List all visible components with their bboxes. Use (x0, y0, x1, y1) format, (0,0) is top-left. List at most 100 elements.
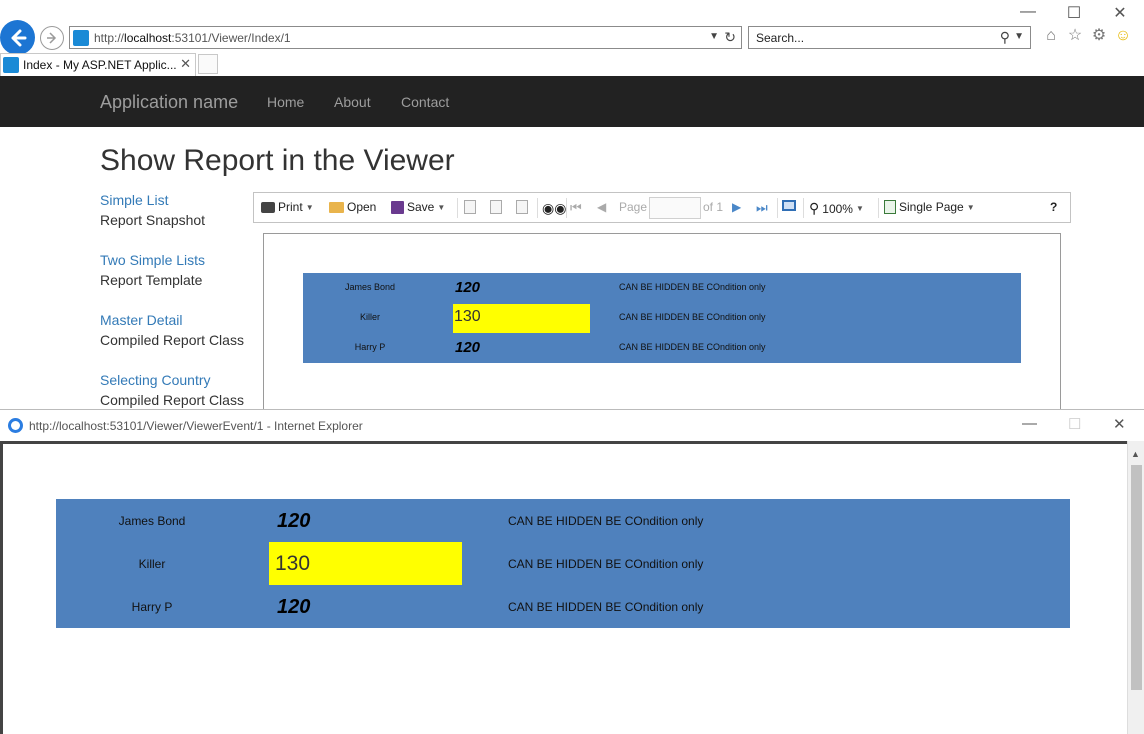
popup-minimize-icon[interactable]: — (1022, 415, 1037, 432)
address-bar[interactable]: http://localhost:53101/Viewer/Index/1 ▼ … (69, 26, 742, 49)
page-of-label: of 1 (703, 200, 724, 214)
row-name: Killer (359, 312, 380, 322)
row-note: CAN BE HIDDEN BE COndition only (508, 600, 704, 614)
view-mode-button[interactable]: Single Page ▼ (884, 200, 975, 214)
toolbar-divider (566, 198, 567, 218)
minimize-icon[interactable]: — (1016, 3, 1040, 23)
parameters-button[interactable] (464, 200, 476, 214)
scrollbar-thumb[interactable] (1131, 465, 1142, 690)
scroll-up-icon[interactable]: ▲ (1131, 449, 1140, 459)
table-row: Killer 130 CAN BE HIDDEN BE COndition on… (303, 303, 1021, 333)
toolbar-divider (457, 198, 458, 218)
row-value-highlighted: 130 (453, 304, 590, 333)
toolbar-divider (777, 198, 778, 218)
next-page-button[interactable]: ▶ (732, 200, 741, 214)
report-band: James Bond 120 CAN BE HIDDEN BE COnditio… (303, 273, 1021, 363)
brand-link[interactable]: Application name (100, 92, 238, 113)
fullscreen-button[interactable] (782, 200, 796, 211)
prev-page-button[interactable]: ◀ (597, 200, 606, 214)
tab-close-icon[interactable]: ✕ (180, 56, 191, 72)
popup-window: http://localhost:53101/Viewer/ViewerEven… (0, 409, 1144, 734)
row-name: Harry P (354, 342, 386, 352)
new-tab-button[interactable] (198, 54, 218, 74)
menu-link-two-simple-lists[interactable]: Two Simple Lists (100, 252, 205, 268)
menu-sub-master-detail: Compiled Report Class (100, 332, 244, 348)
search-icon[interactable]: ⚲ (1000, 29, 1010, 46)
bookmarks-button[interactable] (490, 200, 502, 214)
favorites-star-icon[interactable]: ☆ (1066, 26, 1084, 46)
url-prefix: http:// (94, 31, 125, 45)
browser-tab[interactable]: Index - My ASP.NET Applic... ✕ (0, 53, 196, 76)
document-icon (464, 200, 476, 214)
menu-sub-selecting-country: Compiled Report Class (100, 392, 244, 408)
nav-contact[interactable]: Contact (401, 94, 449, 110)
row-value: 120 (455, 339, 481, 356)
save-button[interactable]: Save ▼ (391, 200, 445, 214)
open-button[interactable]: Open (329, 200, 376, 214)
menu-sub-two-simple-lists: Report Template (100, 272, 203, 288)
settings-gear-icon[interactable]: ⚙ (1090, 26, 1108, 46)
search-dropdown-icon[interactable]: ▼ (1014, 31, 1024, 42)
close-icon[interactable]: ✕ (1108, 3, 1132, 23)
row-value: 120 (277, 510, 311, 532)
row-note: CAN BE HIDDEN BE COndition only (619, 282, 766, 292)
print-button[interactable]: Print ▼ (261, 200, 314, 214)
maximize-icon[interactable]: ☐ (1062, 3, 1086, 23)
menu-sub-simple-list: Report Snapshot (100, 212, 206, 228)
internet-explorer-icon (8, 418, 23, 433)
nav-about[interactable]: About (334, 94, 371, 110)
nav-home[interactable]: Home (267, 94, 304, 110)
menu-link-selecting-country[interactable]: Selecting Country (100, 372, 211, 388)
last-page-button[interactable]: ⏭ (756, 200, 768, 216)
popup-titlebar: http://localhost:53101/Viewer/ViewerEven… (0, 410, 1144, 441)
browser-chrome: — ☐ ✕ http://localhost:53101/Viewer/Inde… (0, 0, 1144, 76)
row-name: Killer (138, 557, 166, 571)
table-row: Harry P 120 CAN BE HIDDEN BE COndition o… (303, 333, 1021, 363)
vertical-scrollbar[interactable]: ▲ (1127, 441, 1144, 734)
single-page-icon (884, 200, 896, 214)
refresh-icon[interactable]: ↻ (724, 29, 736, 46)
address-dropdown-icon[interactable]: ▼ (709, 31, 719, 42)
row-note: CAN BE HIDDEN BE COndition only (619, 312, 766, 322)
view-mode-dropdown-icon: ▼ (966, 202, 975, 212)
page-number-input[interactable] (649, 197, 701, 219)
menu-link-master-detail[interactable]: Master Detail (100, 312, 182, 328)
find-button[interactable]: ◉◉ (542, 200, 566, 217)
row-note: CAN BE HIDDEN BE COndition only (508, 514, 704, 528)
row-name: James Bond (344, 282, 396, 292)
back-button[interactable] (0, 20, 35, 55)
popup-close-icon[interactable]: ✕ (1113, 415, 1126, 433)
site-favicon-icon (73, 30, 89, 46)
open-label: Open (347, 200, 377, 214)
save-label: Save (407, 200, 435, 214)
binoculars-icon: ◉◉ (542, 200, 567, 216)
site-navbar: Application name Home About Contact (0, 76, 1144, 127)
address-url[interactable]: http://localhost:53101/Viewer/Index/1 (94, 31, 291, 45)
help-button[interactable]: ? (1050, 200, 1057, 214)
home-icon[interactable]: ⌂ (1042, 26, 1060, 46)
first-page-button[interactable]: ⏮ (570, 200, 582, 216)
report-viewer-frame: James Bond 120 CAN BE HIDDEN BE COnditio… (263, 233, 1061, 433)
menu-link-simple-list[interactable]: Simple List (100, 192, 168, 208)
search-box[interactable]: Search... ⚲ ▼ (748, 26, 1031, 49)
popup-report-band: James Bond 120 CAN BE HIDDEN BE COnditio… (56, 499, 1070, 628)
popup-maximize-icon[interactable]: ☐ (1068, 415, 1081, 433)
save-dropdown-icon: ▼ (437, 202, 446, 212)
search-input[interactable]: Search... (756, 31, 804, 45)
first-page-icon: ⏮ (570, 200, 582, 215)
print-label: Print (278, 200, 303, 214)
arrow-right-icon (47, 32, 57, 44)
feedback-smiley-icon[interactable]: ☺ (1114, 26, 1132, 46)
prev-page-icon: ◀ (597, 200, 607, 214)
window-controls: — ☐ ✕ (1016, 3, 1132, 23)
forward-button[interactable] (40, 26, 64, 50)
copy-button[interactable] (516, 200, 528, 214)
row-note: CAN BE HIDDEN BE COndition only (508, 557, 704, 571)
zoom-button[interactable]: ⚲ 100% ▼ (809, 200, 864, 217)
row-value-highlighted: 130 (269, 542, 462, 585)
fullscreen-icon (782, 200, 796, 211)
view-mode-label: Single Page (899, 200, 964, 214)
clipboard-icon (490, 200, 502, 214)
viewer-toolbar: Print ▼ Open Save ▼ ◉◉ ⏮ ◀ Page of 1 ▶ ⏭… (253, 192, 1071, 223)
zoom-dropdown-icon: ▼ (855, 204, 864, 213)
